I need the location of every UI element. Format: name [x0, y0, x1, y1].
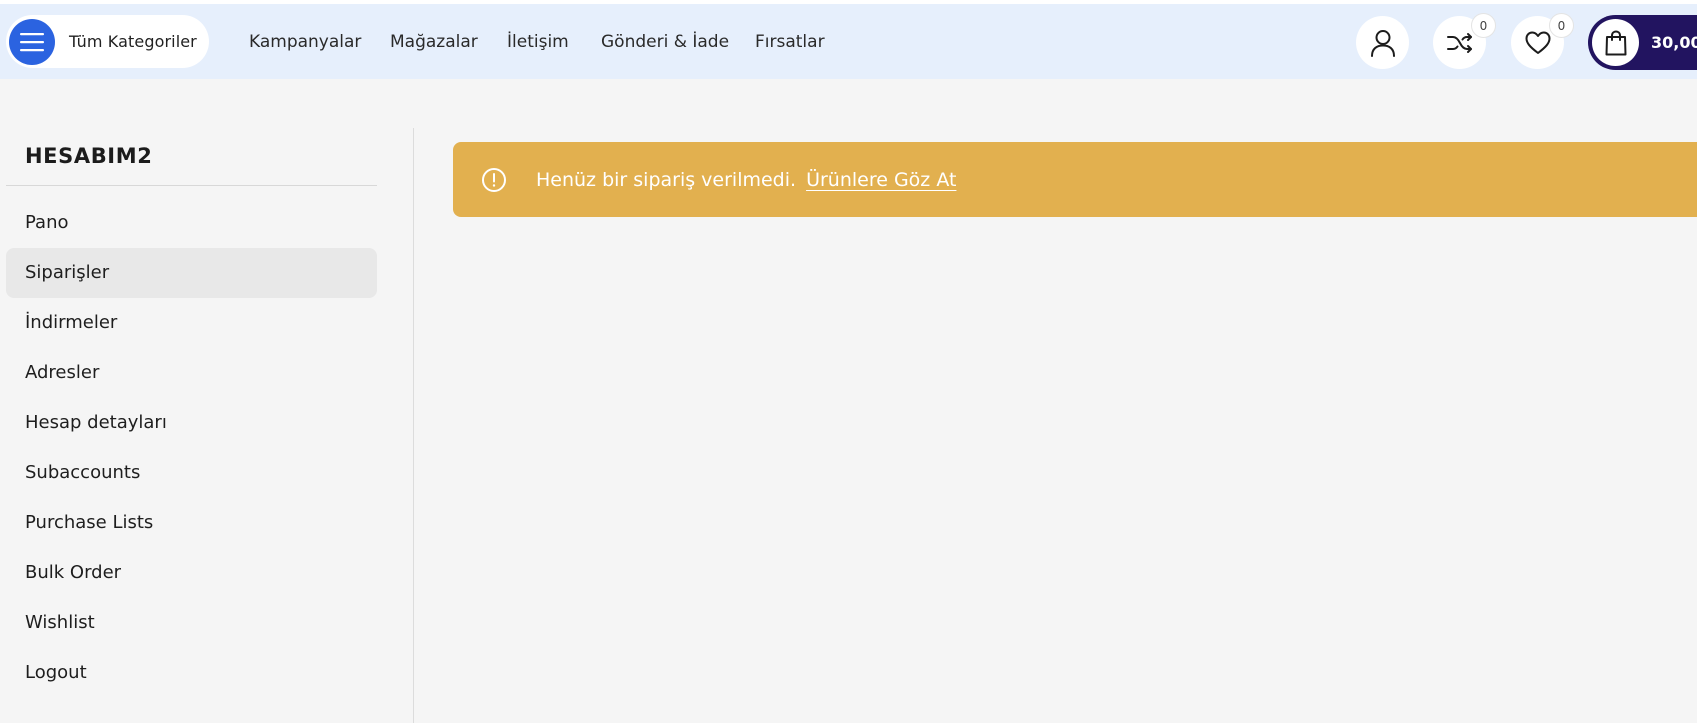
account-nav-dashboard[interactable]: Pano — [6, 198, 377, 248]
all-categories-label: Tüm Kategoriler — [69, 32, 197, 51]
account-nav-purchase-lists[interactable]: Purchase Lists — [6, 498, 377, 548]
no-orders-notice: Henüz bir sipariş verilmedi. Ürünlere Gö… — [453, 142, 1697, 217]
account-nav-logout[interactable]: Logout — [6, 648, 377, 698]
account-nav-account-details[interactable]: Hesap detayları — [6, 398, 377, 448]
account-nav-downloads[interactable]: İndirmeler — [6, 298, 377, 348]
account-nav-bulk-order[interactable]: Bulk Order — [6, 548, 377, 598]
nav-link-stores[interactable]: Mağazalar — [390, 32, 478, 52]
hamburger-menu-icon[interactable] — [9, 18, 55, 65]
exclamation-circle-icon — [481, 167, 507, 193]
content-divider — [413, 128, 414, 723]
cart-button[interactable]: 30,00₺ — [1588, 15, 1697, 70]
top-navbar: Tüm Kategoriler Kampanyalar Mağazalar İl… — [0, 4, 1697, 79]
account-button[interactable] — [1356, 16, 1409, 69]
account-nav-subaccounts[interactable]: Subaccounts — [6, 448, 377, 498]
nav-link-campaigns[interactable]: Kampanyalar — [249, 32, 361, 52]
cart-total: 30,00₺ — [1651, 33, 1697, 52]
account-sidebar: HESABIM2 Pano Siparişler İndirmeler Adre… — [6, 128, 377, 698]
heart-icon — [1525, 31, 1550, 54]
account-nav-wishlist[interactable]: Wishlist — [6, 598, 377, 648]
account-nav: Pano Siparişler İndirmeler Adresler Hesa… — [6, 198, 377, 698]
account-nav-orders[interactable]: Siparişler — [6, 248, 377, 298]
notice-message: Henüz bir sipariş verilmedi. — [536, 168, 797, 191]
shopping-bag-icon — [1592, 19, 1639, 66]
nav-link-contact[interactable]: İletişim — [507, 32, 569, 52]
account-title: HESABIM2 — [6, 128, 377, 186]
account-nav-addresses[interactable]: Adresler — [6, 348, 377, 398]
compare-count-badge: 0 — [1471, 13, 1496, 38]
shuffle-icon — [1446, 32, 1472, 53]
all-categories-button[interactable]: Tüm Kategoriler — [6, 15, 209, 68]
browse-products-link[interactable]: Ürünlere Göz At — [806, 169, 956, 191]
user-icon — [1370, 29, 1395, 57]
wishlist-count-badge: 0 — [1549, 13, 1574, 38]
nav-link-shipping-returns[interactable]: Gönderi & İade — [601, 32, 729, 52]
nav-link-deals[interactable]: Fırsatlar — [755, 32, 825, 52]
